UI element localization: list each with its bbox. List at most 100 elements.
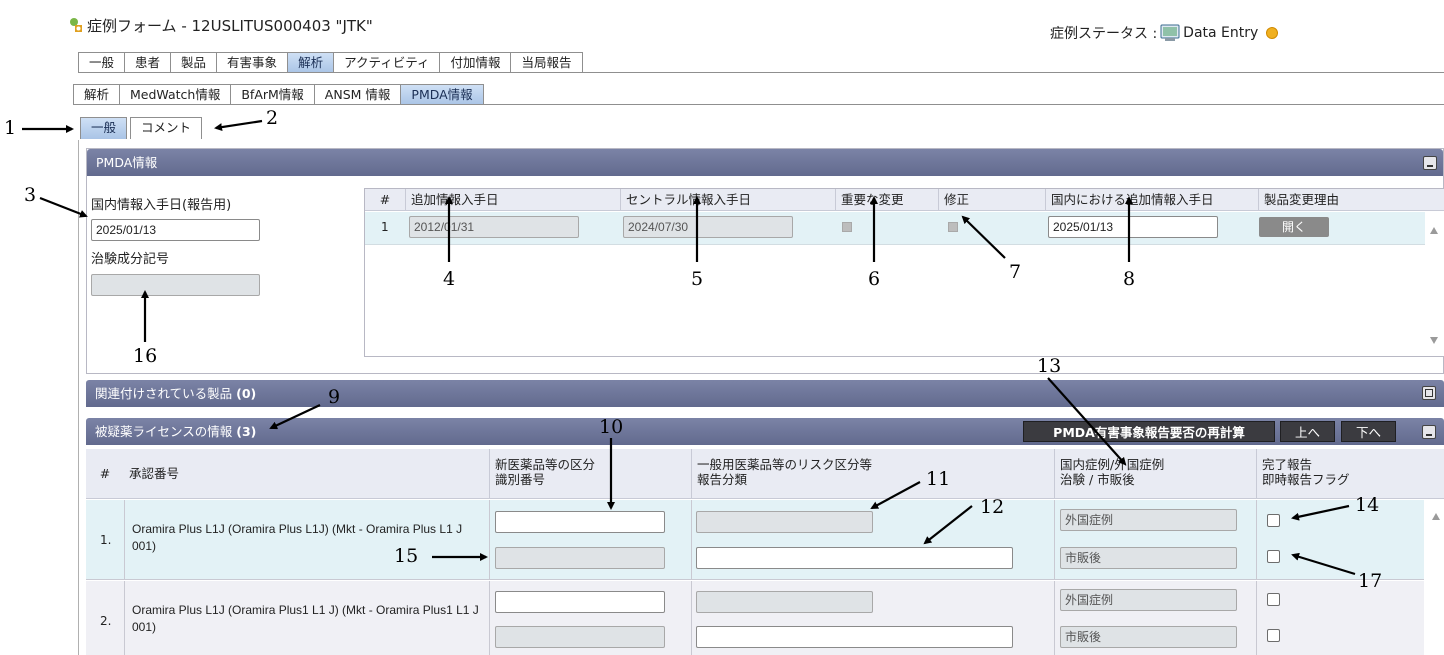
new-drug-class-input[interactable] — [495, 511, 665, 533]
tab-additional-info[interactable]: 付加情報 — [439, 52, 512, 73]
license-panel-count: (3) — [236, 424, 257, 439]
move-down-button[interactable]: 下へ — [1341, 421, 1396, 442]
tab-divider — [78, 72, 1444, 73]
pmda-subtabs: 一般 コメント — [80, 117, 203, 139]
suspect-license-panel: 被疑薬ライセンスの情報 (3) PMDA有害事象報告要否の再計算 上へ 下へ #… — [86, 418, 1444, 655]
grid-row[interactable]: 1 2012/01/31 2024/07/30 2025/01/13 開く — [365, 212, 1425, 245]
license-row-name: Oramira Plus L1J (Oramira Plus L1J) (Mkt… — [132, 522, 463, 553]
pmda-info-panel: PMDA情報 国内情報入手日(報告用) 2025/01/13 治験成分記号 # … — [86, 148, 1444, 374]
subtab-ansm[interactable]: ANSM 情報 — [313, 84, 402, 105]
new-drug-class-input[interactable] — [495, 591, 665, 613]
grid-header: # 追加情報入手日 セントラル情報入手日 重要な変更 修正 国内における追加情報… — [365, 189, 1444, 211]
domestic-date-label: 国内情報入手日(報告用) — [91, 198, 232, 213]
report-category-input[interactable] — [696, 547, 1013, 569]
grid-col-additional-date: 追加情報入手日 — [405, 189, 620, 211]
col-num: # — [99, 466, 111, 481]
domestic-additional-date-input[interactable]: 2025/01/13 — [1048, 216, 1218, 238]
main-tabs: 一般 患者 製品 有害事象 解析 アクティビティ 付加情報 当局報告 — [78, 52, 583, 73]
subtab-analysis[interactable]: 解析 — [73, 84, 121, 105]
subtab-divider — [73, 104, 1444, 105]
pmda-tab-comment[interactable]: コメント — [130, 117, 203, 139]
report-category-input[interactable] — [696, 626, 1013, 648]
col-new-drug-class-line1: 新医薬品等の区分 — [495, 457, 596, 472]
license-row[interactable]: 1. Oramira Plus L1J (Oramira Plus L1J) (… — [86, 500, 1424, 580]
case-form-icon — [68, 17, 83, 33]
important-change-checkbox — [842, 222, 852, 232]
risk-class-field — [696, 591, 873, 613]
license-panel-label: 被疑薬ライセンスの情報 — [95, 424, 233, 439]
tab-analysis[interactable]: 解析 — [287, 52, 335, 73]
grid-row-num: 1 — [381, 220, 389, 234]
open-reason-button[interactable]: 開く — [1259, 217, 1329, 237]
grid-col-change-reason: 製品変更理由 — [1258, 189, 1424, 211]
tab-general[interactable]: 一般 — [78, 52, 126, 73]
callout-label: 6 — [868, 268, 881, 290]
callout-label: 17 — [1358, 570, 1383, 592]
immediate-report-checkbox[interactable] — [1267, 550, 1280, 563]
recalculate-button[interactable]: PMDA有害事象報告要否の再計算 — [1023, 421, 1275, 442]
callout-label: 11 — [926, 468, 951, 490]
status-label: 症例ステータス : — [1050, 26, 1158, 42]
col-report-flags-line2: 即時報告フラグ — [1262, 472, 1350, 487]
immediate-report-checkbox[interactable] — [1267, 629, 1280, 642]
scroll-up-icon[interactable] — [1430, 227, 1438, 234]
subtab-medwatch[interactable]: MedWatch情報 — [119, 84, 232, 105]
col-risk-class: 一般用医薬品等のリスク区分等 報告分類 — [691, 449, 1054, 499]
case-type-field: 外国症例 — [1060, 509, 1237, 531]
license-table-header: # 承認番号 新医薬品等の区分 識別番号 一般用医薬品等のリスク区分等 報告分類… — [86, 449, 1444, 499]
identification-number-field — [495, 626, 665, 648]
subtab-pmda[interactable]: PMDA情報 — [400, 84, 484, 105]
expand-icon[interactable] — [1422, 386, 1436, 400]
related-products-header[interactable]: 関連付けされている製品 (0) — [86, 380, 1444, 407]
additional-info-grid: # 追加情報入手日 セントラル情報入手日 重要な変更 修正 国内における追加情報… — [364, 188, 1444, 357]
phase-field: 市販後 — [1060, 547, 1237, 569]
move-up-button[interactable]: 上へ — [1280, 421, 1335, 442]
grid-col-important-change: 重要な変更 — [835, 189, 938, 211]
tab-adverse-events[interactable]: 有害事象 — [216, 52, 289, 73]
completion-report-checkbox[interactable] — [1267, 593, 1280, 606]
col-approval-number: 承認番号 — [129, 466, 180, 481]
scroll-down-icon[interactable] — [1430, 337, 1438, 344]
tab-products[interactable]: 製品 — [170, 52, 218, 73]
phase-field: 市販後 — [1060, 626, 1237, 648]
license-row-num: 2. — [100, 614, 112, 628]
grid-col-correction: 修正 — [938, 189, 1045, 211]
scroll-up-icon[interactable] — [1432, 513, 1440, 520]
content-border — [78, 140, 79, 655]
license-row-name: Oramira Plus L1J (Oramira Plus1 L1 J) (M… — [132, 603, 479, 634]
trial-code-label: 治験成分記号 — [91, 252, 170, 267]
pmda-tab-general[interactable]: 一般 — [80, 117, 128, 139]
callout-label: 4 — [443, 268, 456, 290]
callout-label: 15 — [394, 545, 419, 567]
tab-activities[interactable]: アクティビティ — [333, 52, 441, 73]
license-row-num: 1. — [100, 533, 112, 547]
col-report-flags-line1: 完了報告 — [1262, 457, 1313, 472]
tab-patient[interactable]: 患者 — [124, 52, 172, 73]
grid-col-num: # — [379, 192, 391, 207]
completion-report-checkbox[interactable] — [1267, 514, 1280, 527]
trial-code-input — [91, 274, 260, 296]
grid-col-domestic-additional-date: 国内における追加情報入手日 — [1045, 189, 1258, 211]
collapse-icon[interactable] — [1422, 425, 1436, 439]
col-risk-class-line1: 一般用医薬品等のリスク区分等 — [697, 457, 873, 472]
col-case-type-line2: 治験 / 市販後 — [1060, 472, 1135, 487]
grid-col-central-date: セントラル情報入手日 — [620, 189, 835, 211]
callout-label: 8 — [1123, 268, 1136, 290]
tab-regulatory-reports[interactable]: 当局報告 — [510, 52, 583, 73]
subtab-bfarm[interactable]: BfArM情報 — [230, 84, 315, 105]
form-title: 症例フォーム - 12USLITUS000403 "JTK" — [68, 14, 373, 36]
callout-label: 10 — [599, 416, 624, 438]
status-value: Data Entry — [1183, 25, 1259, 41]
col-report-flags: 完了報告 即時報告フラグ — [1256, 449, 1444, 499]
callout-label: 7 — [1009, 261, 1022, 283]
domestic-date-input[interactable]: 2025/01/13 — [91, 219, 260, 241]
col-new-drug-class: 新医薬品等の区分 識別番号 — [489, 449, 691, 499]
col-new-drug-class-line2: 識別番号 — [495, 472, 546, 487]
central-date-field: 2024/07/30 — [623, 216, 793, 238]
col-case-type-line1: 国内症例/外国症例 — [1060, 457, 1165, 472]
license-row[interactable]: 2. Oramira Plus L1J (Oramira Plus1 L1 J)… — [86, 581, 1424, 655]
pmda-panel-title: PMDA情報 — [96, 155, 158, 170]
case-type-field: 外国症例 — [1060, 589, 1237, 611]
collapse-icon[interactable] — [1423, 156, 1437, 170]
related-products-label: 関連付けされている製品 — [95, 386, 233, 401]
